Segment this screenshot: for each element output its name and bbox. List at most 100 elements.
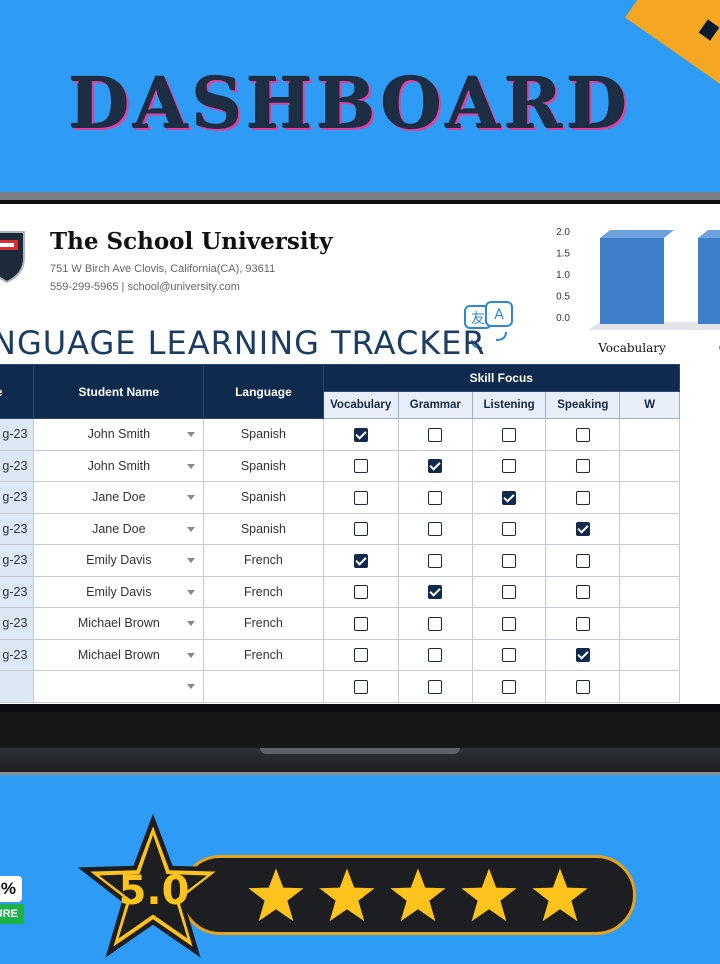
unchecked-checkbox[interactable] (353, 616, 368, 631)
col-student-header[interactable]: Student Name (33, 364, 205, 419)
student-name: Michael Brown (77, 647, 160, 662)
dropdown-arrow-icon[interactable] (187, 432, 196, 438)
student-cell[interactable]: Michael Brown (33, 638, 205, 671)
skill-cell (619, 607, 680, 640)
checked-checkbox[interactable] (428, 459, 443, 474)
unchecked-checkbox[interactable] (502, 459, 517, 474)
checked-checkbox[interactable] (502, 490, 517, 505)
unchecked-checkbox[interactable] (575, 490, 590, 505)
language-cell[interactable]: French (203, 607, 324, 640)
language-cell[interactable]: Spanish (203, 512, 324, 545)
date-cell[interactable]: g-23 (0, 575, 35, 608)
skill-cell (619, 638, 680, 671)
unchecked-checkbox[interactable] (502, 553, 517, 568)
school-name: The School University (50, 228, 333, 255)
col-grammar-header[interactable]: Grammar (397, 391, 473, 419)
dropdown-arrow-icon[interactable] (187, 526, 196, 532)
skill-cell (471, 638, 547, 671)
unchecked-checkbox[interactable] (502, 522, 517, 537)
unchecked-checkbox[interactable] (502, 616, 517, 631)
unchecked-checkbox[interactable] (428, 553, 443, 568)
student-cell[interactable]: Emily Davis (33, 575, 205, 608)
date-cell[interactable]: g-23 (0, 449, 35, 482)
dropdown-arrow-icon[interactable] (187, 495, 196, 501)
col-date-header[interactable]: te (0, 364, 35, 419)
unchecked-checkbox[interactable] (502, 679, 517, 694)
student-cell[interactable]: Jane Doe (33, 481, 205, 514)
language-cell[interactable]: French (203, 544, 324, 577)
y-tick-label: 1.0 (556, 270, 570, 281)
col-writing-header[interactable]: W (619, 391, 680, 419)
student-cell[interactable]: John Smith (33, 449, 205, 482)
table-row: g-23 Jane Doe Spanish (0, 481, 680, 514)
unchecked-checkbox[interactable] (502, 585, 517, 600)
dropdown-arrow-icon[interactable] (187, 652, 196, 658)
unchecked-checkbox[interactable] (428, 490, 443, 505)
unchecked-checkbox[interactable] (575, 585, 590, 600)
unchecked-checkbox[interactable] (575, 553, 590, 568)
skill-cell (322, 481, 399, 514)
unchecked-checkbox[interactable] (353, 522, 368, 537)
star-icon (390, 868, 446, 922)
unchecked-checkbox[interactable] (353, 459, 368, 474)
skill-cell (619, 575, 680, 608)
checked-checkbox[interactable] (353, 553, 368, 568)
date-cell[interactable]: g-23 (0, 607, 35, 640)
date-cell[interactable]: g-23 (0, 638, 35, 671)
unchecked-checkbox[interactable] (353, 585, 368, 600)
col-vocabulary-header[interactable]: Vocabulary (322, 391, 399, 419)
dropdown-arrow-icon[interactable] (187, 589, 196, 595)
language-cell[interactable]: Spanish (203, 449, 324, 482)
skill-cell (545, 481, 621, 514)
unchecked-checkbox[interactable] (502, 427, 517, 442)
unchecked-checkbox[interactable] (428, 648, 443, 663)
student-cell[interactable]: Michael Brown (33, 607, 205, 640)
unchecked-checkbox[interactable] (428, 679, 443, 694)
unchecked-checkbox[interactable] (575, 427, 590, 442)
unchecked-checkbox[interactable] (575, 459, 590, 474)
skill-cell (397, 575, 473, 608)
unchecked-checkbox[interactable] (502, 648, 517, 663)
unchecked-checkbox[interactable] (575, 679, 590, 694)
skill-cell (322, 418, 399, 451)
y-tick-label: 1.5 (556, 249, 570, 260)
unchecked-checkbox[interactable] (428, 616, 443, 631)
date-cell[interactable]: g-23 (0, 512, 35, 545)
unchecked-checkbox[interactable] (428, 522, 443, 537)
unchecked-checkbox[interactable] (575, 616, 590, 631)
y-tick-label: 0.5 (556, 292, 570, 303)
skill-cell (619, 481, 680, 514)
date-cell[interactable] (0, 670, 35, 703)
student-cell[interactable] (33, 670, 205, 703)
language-cell[interactable]: Spanish (203, 418, 324, 451)
table-row: g-23 Michael Brown French (0, 607, 680, 640)
col-language-header[interactable]: Language (203, 364, 324, 419)
date-cell[interactable]: g-23 (0, 418, 35, 451)
checked-checkbox[interactable] (575, 522, 590, 537)
dropdown-arrow-icon[interactable] (187, 558, 196, 564)
col-listening-header[interactable]: Listening (471, 391, 547, 419)
date-cell[interactable]: g-23 (0, 481, 35, 514)
checked-checkbox[interactable] (428, 585, 443, 600)
language-cell[interactable]: French (203, 575, 324, 608)
language-cell[interactable]: French (203, 638, 324, 671)
skill-cell (545, 607, 621, 640)
dropdown-arrow-icon[interactable] (187, 684, 196, 690)
table-row: g-23 Emily Davis French (0, 544, 680, 577)
language-cell[interactable] (203, 670, 324, 703)
unchecked-checkbox[interactable] (353, 679, 368, 694)
student-cell[interactable]: John Smith (33, 418, 205, 451)
col-speaking-header[interactable]: Speaking (545, 391, 621, 419)
checked-checkbox[interactable] (575, 648, 590, 663)
unchecked-checkbox[interactable] (353, 490, 368, 505)
dropdown-arrow-icon[interactable] (187, 463, 196, 469)
student-cell[interactable]: Jane Doe (33, 512, 205, 545)
tracker-table: te Student Name Language Skill Focus Voc… (0, 364, 681, 703)
unchecked-checkbox[interactable] (428, 427, 443, 442)
language-cell[interactable]: Spanish (203, 481, 324, 514)
dropdown-arrow-icon[interactable] (187, 621, 196, 627)
unchecked-checkbox[interactable] (353, 648, 368, 663)
student-cell[interactable]: Emily Davis (33, 544, 205, 577)
checked-checkbox[interactable] (353, 427, 368, 442)
date-cell[interactable]: g-23 (0, 544, 35, 577)
